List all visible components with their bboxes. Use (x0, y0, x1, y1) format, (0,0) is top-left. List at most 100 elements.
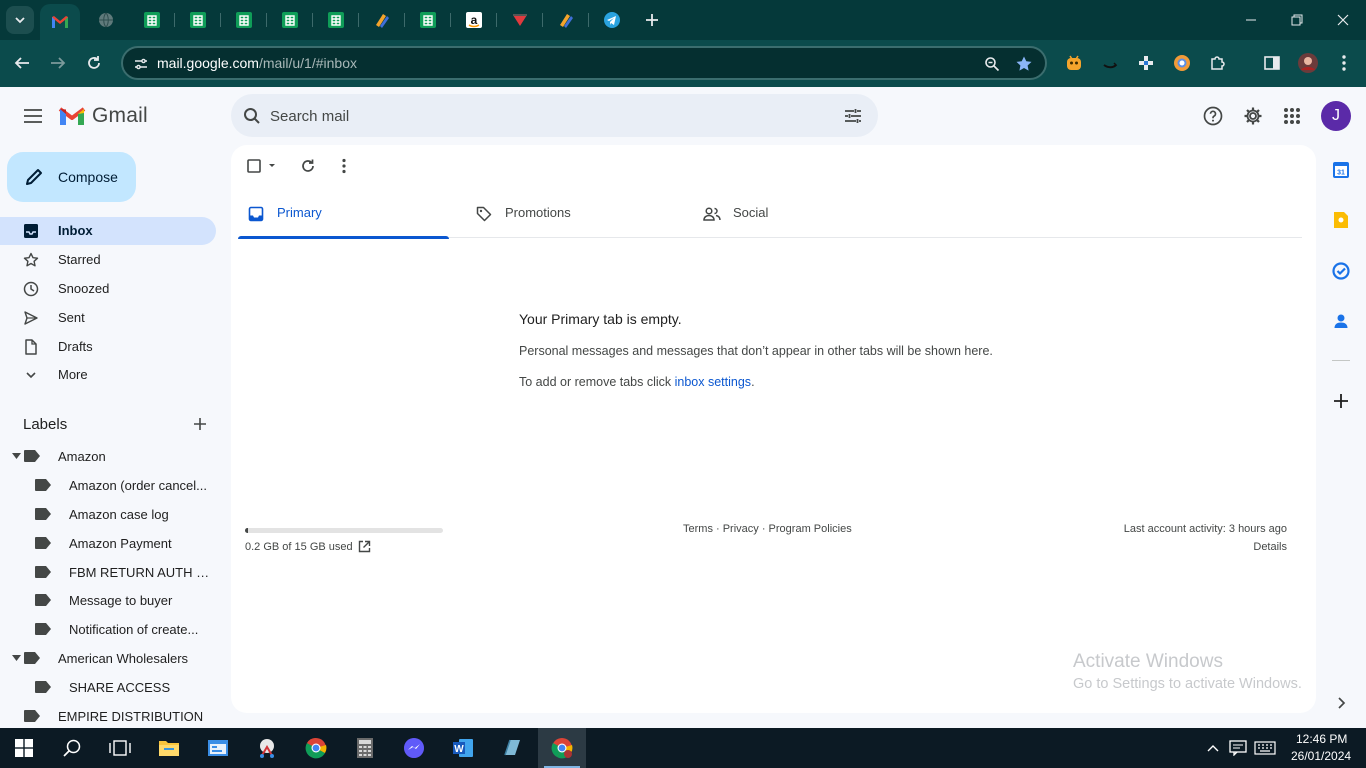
tab-sellerboard-2[interactable] (554, 8, 578, 32)
restore-button[interactable] (1274, 0, 1320, 40)
extension-circle[interactable] (1171, 52, 1193, 74)
site-info-button[interactable] (131, 54, 151, 74)
label-notification-of-create[interactable]: Notification of create... (0, 616, 216, 642)
side-panel-button[interactable] (1261, 52, 1283, 74)
caret-down-icon[interactable] (11, 653, 21, 663)
create-label-button[interactable] (190, 414, 210, 434)
tab-primary[interactable]: Primary (238, 193, 449, 239)
footer-links[interactable]: Terms · Privacy · Program Policies (683, 523, 852, 535)
label-fbm-return-auth[interactable]: FBM RETURN AUTH B... (0, 559, 216, 585)
chrome-menu-button[interactable] (1333, 52, 1355, 74)
taskbar-clock-time[interactable]: 12:46 PM (1296, 732, 1347, 746)
gmail-logo[interactable]: Gmail (58, 104, 148, 128)
manage-storage-link[interactable] (357, 539, 371, 553)
new-tab-button[interactable] (640, 8, 664, 32)
taskbar-snipping-tool[interactable] (243, 728, 291, 768)
notification-chat-button[interactable] (1227, 738, 1249, 758)
close-window-button[interactable] (1320, 0, 1366, 40)
taskbar-chrome[interactable] (292, 728, 340, 768)
support-button[interactable] (1200, 103, 1226, 129)
tab-gmail[interactable] (40, 4, 80, 40)
zoom-button[interactable] (982, 54, 1002, 74)
tab-red-app[interactable] (508, 8, 532, 32)
calendar-app-button[interactable]: 31 (1331, 160, 1351, 180)
cross-extension-icon (1139, 56, 1153, 70)
tab-telegram[interactable] (600, 8, 624, 32)
label-amazon-order-cancel[interactable]: Amazon (order cancel... (0, 472, 216, 498)
extension-honey[interactable] (1063, 52, 1085, 74)
taskbar-messenger[interactable] (390, 728, 438, 768)
nav-item-starred[interactable]: Starred (0, 246, 216, 274)
nav-item-sent[interactable]: Sent (0, 304, 216, 332)
compose-button[interactable]: Compose (7, 152, 136, 202)
activity-details-link[interactable]: Details (1253, 541, 1287, 553)
bookmark-button[interactable] (1014, 54, 1034, 74)
taskbar-note-app[interactable] (488, 728, 536, 768)
taskbar-file-explorer[interactable] (145, 728, 193, 768)
keyboard-button[interactable] (1254, 738, 1276, 758)
minimize-button[interactable] (1228, 0, 1274, 40)
more-actions-button[interactable] (334, 156, 354, 176)
tab-search-button[interactable] (6, 6, 34, 34)
search-input[interactable] (270, 105, 830, 127)
nav-item-more[interactable]: More (0, 361, 216, 389)
select-all-checkbox[interactable] (245, 156, 275, 176)
caret-down-icon[interactable] (11, 451, 21, 461)
nav-item-inbox[interactable]: Inbox (0, 217, 216, 245)
contacts-app-button[interactable] (1331, 311, 1351, 331)
taskbar-app-window[interactable] (194, 728, 242, 768)
search-options-button[interactable] (842, 105, 864, 127)
reload-button[interactable] (80, 49, 108, 77)
tab-label: Promotions (505, 205, 571, 220)
extension-puzzle-blue[interactable] (1135, 52, 1157, 74)
get-addons-button[interactable] (1331, 391, 1351, 411)
tasks-app-button[interactable] (1331, 261, 1351, 281)
main-menu-button[interactable] (18, 101, 48, 131)
taskbar-word[interactable]: W (439, 728, 487, 768)
address-bar[interactable]: mail.google.com/mail/u/1/#inbox (121, 46, 1047, 80)
taskbar-search-button[interactable] (48, 728, 96, 768)
taskbar-chrome-active[interactable] (538, 728, 586, 768)
windows-taskbar: W (0, 728, 1366, 768)
tab-globe[interactable] (94, 8, 118, 32)
forward-button[interactable] (44, 49, 72, 77)
tab-social[interactable]: Social (694, 193, 905, 238)
empty-state-hint: To add or remove tabs click inbox settin… (519, 375, 755, 389)
nav-item-drafts[interactable]: Drafts (0, 333, 216, 361)
google-apps-button[interactable] (1279, 103, 1305, 129)
settings-button[interactable] (1240, 103, 1266, 129)
show-side-panel-button[interactable] (1331, 693, 1351, 713)
taskbar-clock-date[interactable]: 26/01/2024 (1291, 749, 1351, 763)
chrome-profile-button[interactable] (1297, 52, 1319, 74)
extensions-menu-button[interactable] (1207, 52, 1229, 74)
label-amazon[interactable]: Amazon (0, 443, 216, 469)
label-amazon-case-log[interactable]: Amazon case log (0, 501, 216, 527)
tab-sheets-6[interactable] (416, 8, 440, 32)
back-button[interactable] (8, 49, 36, 77)
search-button[interactable] (241, 105, 263, 127)
extension-amazon[interactable] (1099, 52, 1121, 74)
start-button[interactable] (0, 728, 48, 768)
show-hidden-icons-button[interactable] (1202, 738, 1224, 758)
nav-item-snoozed[interactable]: Snoozed (0, 275, 216, 303)
tab-promotions[interactable]: Promotions (466, 193, 677, 238)
label-text: Amazon case log (69, 507, 169, 522)
account-avatar[interactable]: J (1321, 101, 1351, 131)
label-amazon-payment[interactable]: Amazon Payment (0, 530, 216, 556)
tab-sheets-4[interactable] (278, 8, 302, 32)
refresh-button[interactable] (298, 156, 318, 176)
keep-app-button[interactable] (1331, 210, 1351, 230)
label-message-to-buyer[interactable]: Message to buyer (0, 587, 216, 613)
taskbar-calculator[interactable] (341, 728, 389, 768)
label-empire-distribution[interactable]: EMPIRE DISTRIBUTION (0, 703, 216, 725)
tab-sheets-5[interactable] (324, 8, 348, 32)
tab-sheets-1[interactable] (140, 8, 164, 32)
tab-sheets-3[interactable] (232, 8, 256, 32)
task-view-button[interactable] (96, 728, 144, 768)
tab-sheets-2[interactable] (186, 8, 210, 32)
label-american-wholesalers[interactable]: American Wholesalers (0, 645, 216, 671)
inbox-settings-link[interactable]: inbox settings (675, 375, 751, 389)
tab-sellerboard-1[interactable] (370, 8, 394, 32)
label-share-access[interactable]: SHARE ACCESS (0, 674, 216, 700)
tab-amazon[interactable]: a (462, 8, 486, 32)
